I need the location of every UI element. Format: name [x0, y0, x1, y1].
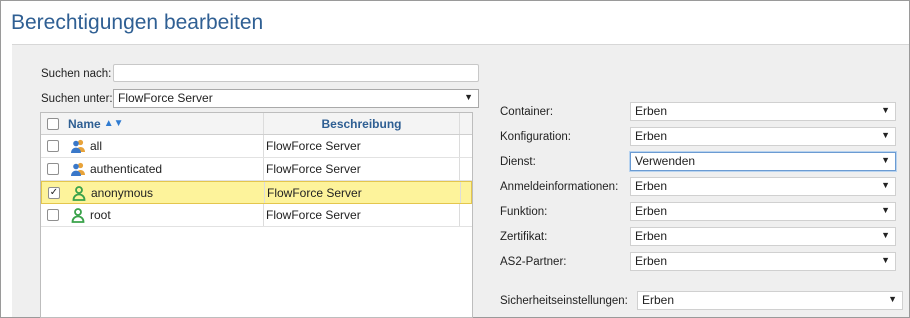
permission-value: Erben: [635, 129, 668, 143]
permission-select[interactable]: Erben ▼: [630, 227, 896, 246]
permission-select[interactable]: Erben ▼: [630, 127, 896, 146]
page-title: Berechtigungen bearbeiten: [11, 11, 264, 34]
column-name-header[interactable]: Name ▲▼: [68, 113, 240, 134]
chevron-down-icon: ▼: [881, 205, 890, 215]
security-settings-value: Erben: [642, 293, 675, 307]
security-settings-label: Sicherheitseinstellungen:: [500, 295, 628, 307]
permissions-panel: Suchen nach: Suchen unter: FlowForce Ser…: [12, 44, 909, 318]
permission-label: AS2-Partner:: [500, 256, 567, 268]
column-description-header[interactable]: Beschreibung: [263, 113, 459, 134]
chevron-down-icon: ▼: [888, 294, 897, 304]
security-settings-select[interactable]: Erben ▼: [637, 291, 903, 310]
row-checkbox[interactable]: [47, 140, 59, 152]
table-row[interactable]: all FlowForce Server: [41, 135, 472, 158]
chevron-down-icon: ▼: [881, 155, 890, 165]
permission-label: Dienst:: [500, 156, 536, 168]
permission-label: Funktion:: [500, 206, 548, 218]
user-icon: [68, 204, 88, 226]
search-in-select[interactable]: FlowForce Server ▼: [113, 89, 479, 108]
table-row[interactable]: authenticated FlowForce Server: [41, 158, 472, 181]
group-icon: [68, 158, 88, 180]
row-description: FlowForce Server: [263, 135, 459, 157]
permission-value: Erben: [635, 179, 668, 193]
chevron-down-icon: ▼: [881, 255, 890, 265]
permission-label: Zertifikat:: [500, 231, 548, 243]
row-description: FlowForce Server: [264, 182, 460, 203]
row-description: FlowForce Server: [263, 204, 459, 226]
permission-select[interactable]: Erben ▼: [630, 177, 896, 196]
row-checkbox[interactable]: [47, 209, 59, 221]
row-checkbox[interactable]: ✓: [48, 186, 60, 199]
table-row[interactable]: ✓ anonymous FlowForce Server: [41, 181, 472, 204]
row-name: authenticated: [90, 162, 163, 176]
sort-ascending-icon: ▲▼: [103, 118, 124, 129]
select-all-checkbox[interactable]: [47, 117, 59, 130]
search-input[interactable]: [113, 64, 479, 82]
permission-value: Erben: [635, 229, 668, 243]
row-description: FlowForce Server: [263, 158, 459, 180]
permission-label: Container:: [500, 106, 554, 118]
chevron-down-icon: ▼: [881, 130, 890, 140]
permission-value: Verwenden: [635, 154, 696, 168]
table-header: Name ▲▼ Beschreibung: [41, 113, 472, 135]
permission-label: Anmeldeinformationen:: [500, 181, 619, 193]
chevron-down-icon: ▼: [881, 230, 890, 240]
search-label: Suchen nach:: [41, 68, 112, 80]
permission-select[interactable]: Erben ▼: [630, 252, 896, 271]
search-in-value: FlowForce Server: [118, 91, 213, 105]
chevron-down-icon: ▼: [881, 180, 890, 190]
permission-value: Erben: [635, 254, 668, 268]
permission-select[interactable]: Erben ▼: [630, 202, 896, 221]
row-name: all: [90, 139, 103, 153]
principals-table: Name ▲▼ Beschreibung all FlowForce Server…: [40, 112, 473, 318]
search-in-label: Suchen unter:: [41, 93, 113, 105]
chevron-down-icon: ▼: [881, 105, 890, 115]
chevron-down-icon: ▼: [464, 92, 473, 102]
table-row[interactable]: root FlowForce Server: [41, 204, 472, 227]
group-icon: [68, 135, 88, 157]
permission-select[interactable]: Verwenden ▼: [630, 152, 896, 171]
permission-value: Erben: [635, 104, 668, 118]
permission-select[interactable]: Erben ▼: [630, 102, 896, 121]
row-checkbox[interactable]: [47, 163, 59, 175]
permissions-window: Berechtigungen bearbeiten Suchen nach: S…: [0, 0, 910, 318]
permission-value: Erben: [635, 204, 668, 218]
permission-label: Konfiguration:: [500, 131, 571, 143]
user-icon: [69, 182, 89, 203]
row-name: anonymous: [91, 185, 154, 200]
row-name: root: [90, 208, 111, 222]
